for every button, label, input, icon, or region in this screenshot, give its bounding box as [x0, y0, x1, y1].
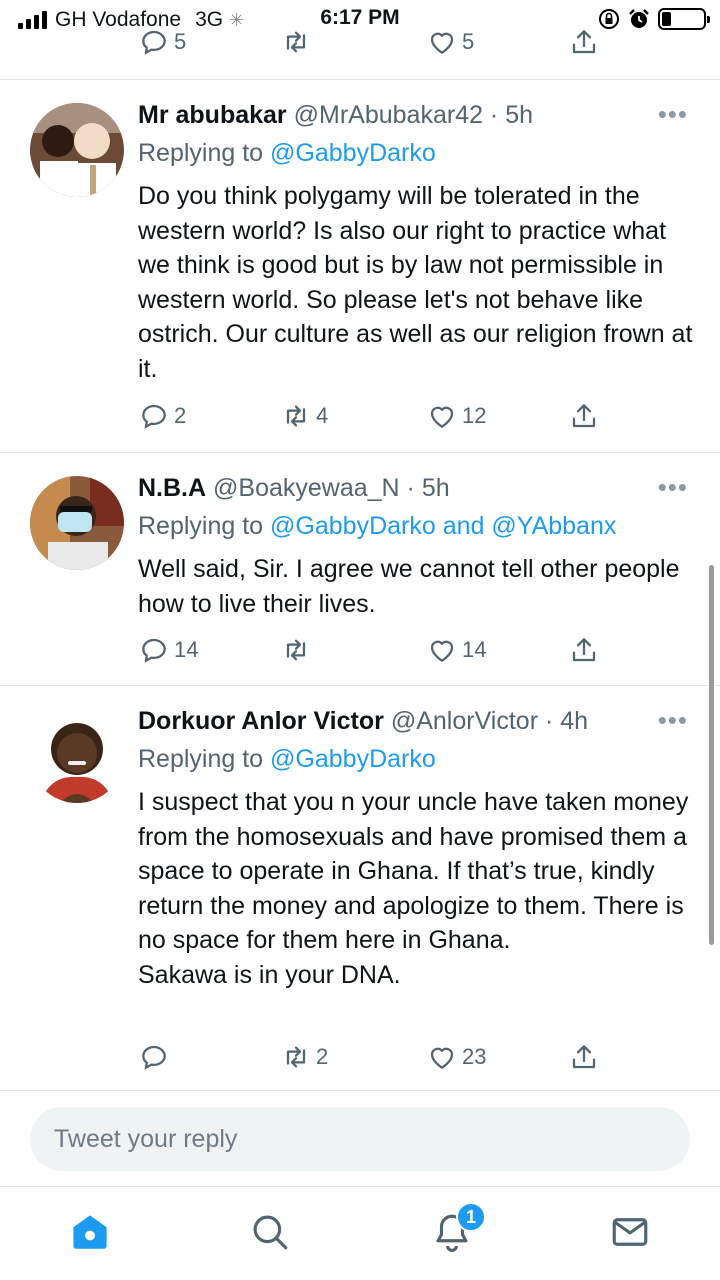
tweet-actions: 14 14 — [138, 630, 608, 670]
share-icon — [572, 1045, 596, 1069]
share-button[interactable] — [568, 1037, 600, 1077]
share-button[interactable] — [568, 630, 600, 670]
tweet-time: 5h — [421, 474, 450, 502]
envelope-icon — [612, 1218, 648, 1246]
tweet-text: I suspect that you n your uncle have tak… — [138, 788, 689, 989]
nav-notifications[interactable]: 1 — [428, 1202, 486, 1256]
share-icon — [572, 30, 596, 54]
reply-count: 5 — [174, 29, 187, 54]
like-count: 12 — [462, 403, 487, 428]
nav-search[interactable] — [246, 1208, 294, 1256]
tweet-time: 5h — [505, 101, 534, 129]
mention-link[interactable]: @GabbyDarko — [270, 139, 436, 167]
avatar[interactable] — [30, 103, 124, 197]
reply-icon — [142, 30, 166, 55]
retweet-button[interactable]: 4 — [280, 396, 328, 436]
replying-to: Replying to @GabbyDarko — [138, 745, 436, 773]
bottom-nav: 1 — [0, 1188, 720, 1280]
tweet[interactable]: Dorkuor Anlor Victor @AnlorVictor · 4h •… — [0, 687, 720, 1091]
avatar[interactable] — [30, 709, 124, 803]
display-name[interactable]: Dorkuor Anlor Victor — [138, 707, 384, 735]
mention-link[interactable]: @GabbyDarko — [270, 512, 436, 540]
retweet-icon — [286, 1046, 306, 1068]
retweet-count: 4 — [316, 403, 329, 428]
retweet-button[interactable] — [280, 22, 316, 62]
nav-messages[interactable] — [606, 1208, 654, 1256]
like-count: 23 — [462, 1044, 487, 1069]
more-options-icon[interactable]: ••• — [658, 472, 688, 503]
reply-button[interactable]: 14 — [138, 630, 198, 670]
reply-count: 14 — [174, 637, 199, 662]
scrollbar[interactable] — [709, 565, 714, 945]
like-button[interactable]: 14 — [426, 630, 486, 670]
retweet-icon — [286, 639, 306, 661]
replying-to: Replying to @GabbyDarko and @YAbbanx — [138, 512, 617, 540]
tweet[interactable]: N.B.A @Boakyewaa_N · 5h ••• Replying to … — [0, 454, 720, 686]
display-name[interactable]: Mr abubakar — [138, 101, 287, 129]
battery-icon — [658, 8, 710, 30]
home-icon — [73, 1215, 107, 1249]
retweet-button[interactable] — [280, 630, 316, 670]
user-handle[interactable]: @MrAbubakar42 — [294, 101, 483, 129]
share-button[interactable] — [568, 396, 600, 436]
reply-icon — [142, 638, 166, 663]
retweet-count: 2 — [316, 1044, 329, 1069]
like-button[interactable]: 5 — [426, 22, 474, 62]
tweet-text: Do you think polygamy will be tolerated … — [138, 182, 693, 383]
retweet-icon — [286, 31, 306, 53]
heart-icon — [430, 1047, 454, 1069]
tweet-actions: 2 4 12 — [138, 396, 608, 436]
more-options-icon[interactable]: ••• — [658, 705, 688, 736]
reply-icon — [142, 404, 166, 429]
nav-home[interactable] — [66, 1208, 114, 1256]
tweet[interactable]: Mr abubakar @MrAbubakar42 · 5h ••• Reply… — [0, 81, 720, 453]
tweet-text: Well said, Sir. I agree we cannot tell o… — [138, 555, 680, 618]
like-count: 14 — [462, 637, 487, 662]
share-icon — [572, 404, 596, 428]
heart-icon — [430, 32, 454, 54]
retweet-icon — [286, 405, 306, 427]
share-button[interactable] — [568, 22, 600, 62]
replying-to: Replying to @GabbyDarko — [138, 139, 436, 167]
more-options-icon[interactable]: ••• — [658, 99, 688, 130]
reply-button[interactable]: 5 — [138, 22, 186, 62]
heart-icon — [430, 406, 454, 428]
heart-icon — [430, 640, 454, 662]
tweet-header: Dorkuor Anlor Victor @AnlorVictor · 4h — [138, 707, 589, 735]
previous-tweet-actions: 5 5 — [0, 29, 720, 80]
user-handle[interactable]: @Boakyewaa_N — [213, 474, 400, 502]
notification-badge: 1 — [456, 1202, 486, 1232]
reply-input[interactable] — [30, 1107, 690, 1171]
search-icon — [253, 1215, 288, 1250]
like-button[interactable]: 23 — [426, 1037, 486, 1077]
retweet-button[interactable]: 2 — [280, 1037, 328, 1077]
share-icon — [572, 638, 596, 662]
user-handle[interactable]: @AnlorVictor — [391, 707, 538, 735]
tweet-actions: 2 23 — [138, 1037, 608, 1077]
alarm-icon — [629, 9, 649, 28]
avatar[interactable] — [30, 476, 124, 570]
mention-link[interactable]: @GabbyDarko — [270, 745, 436, 773]
reply-button[interactable] — [138, 1037, 174, 1077]
reply-composer — [0, 1091, 720, 1187]
like-button[interactable]: 12 — [426, 396, 486, 436]
display-name[interactable]: N.B.A — [138, 474, 206, 502]
tweet-header: Mr abubakar @MrAbubakar42 · 5h — [138, 101, 534, 129]
previous-actions-row: 5 5 — [138, 22, 608, 62]
like-count: 5 — [462, 29, 475, 54]
mention-link[interactable]: @YAbbanx — [491, 512, 616, 540]
reply-icon — [142, 1045, 166, 1070]
reply-count: 2 — [174, 403, 187, 428]
tweet-time: 4h — [560, 707, 589, 735]
reply-button[interactable]: 2 — [138, 396, 186, 436]
status-right — [598, 8, 710, 30]
tweet-header: N.B.A @Boakyewaa_N · 5h — [138, 474, 450, 502]
